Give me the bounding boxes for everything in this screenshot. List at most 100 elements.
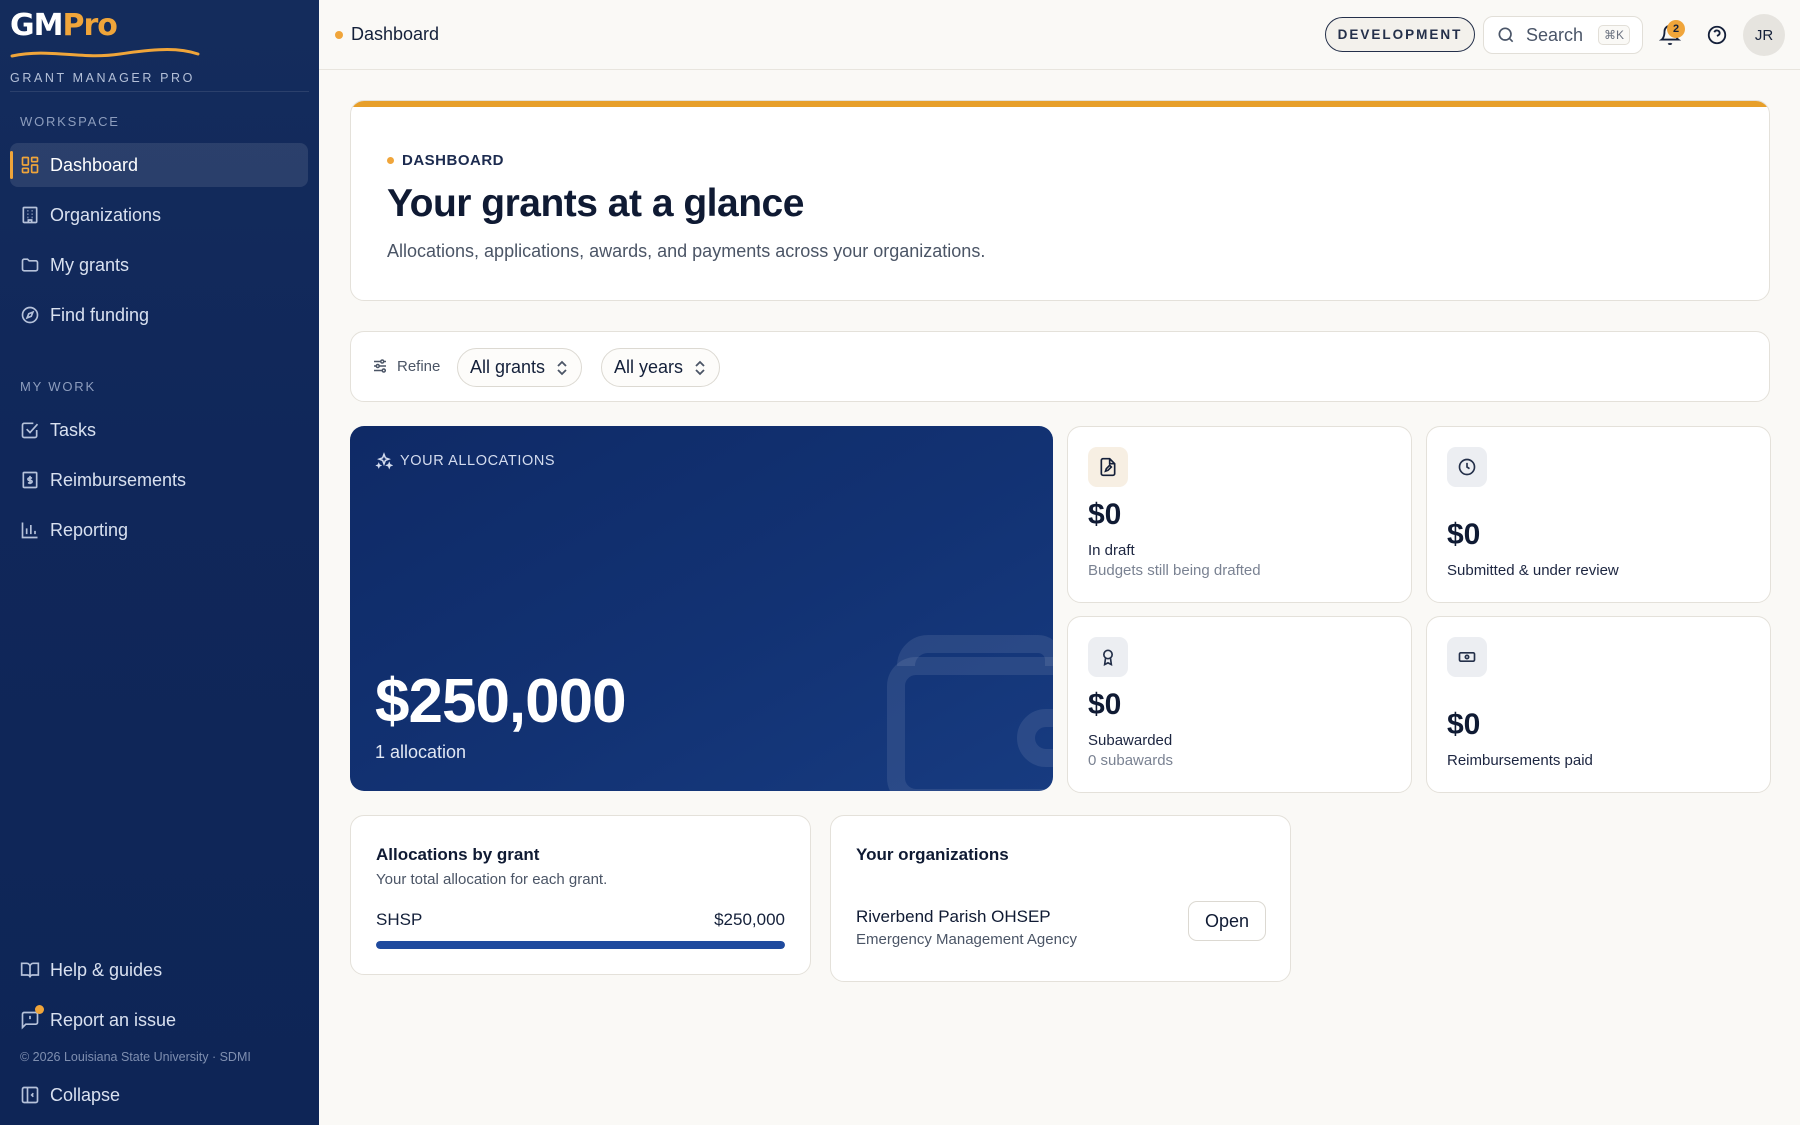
environment-badge: DEVELOPMENT <box>1325 17 1475 52</box>
notification-badge: 2 <box>1667 20 1685 38</box>
avatar[interactable]: JR <box>1743 14 1785 56</box>
sidebar-item-help-guides[interactable]: Help & guides <box>10 948 308 992</box>
stat-card-submitted[interactable]: $0 Submitted & under review <box>1426 426 1771 603</box>
grant-filter-value: All grants <box>470 357 546 377</box>
stat-card-reimbursements-paid[interactable]: $0 Reimbursements paid <box>1426 616 1771 793</box>
chevron-up-down-icon <box>695 360 705 375</box>
logo[interactable]: GMPro GRANT MANAGER PRO <box>10 6 310 86</box>
search-button[interactable]: Search ⌘K <box>1483 16 1643 54</box>
grant-progress-track <box>376 941 785 949</box>
search-icon <box>1498 27 1514 43</box>
stat-value: $0 <box>1447 518 1481 551</box>
sidebar-item-dashboard[interactable]: Dashboard <box>10 143 308 187</box>
refine-label: Refine <box>371 357 440 375</box>
stat-value: $0 <box>1447 708 1481 741</box>
chevron-up-down-icon <box>557 360 567 375</box>
compass-icon <box>21 306 39 324</box>
stat-icon-wrap <box>1447 637 1487 677</box>
search-shortcut: ⌘K <box>1597 25 1630 45</box>
stat-label: Subawarded <box>1088 732 1173 749</box>
wallet-icon <box>887 635 1053 791</box>
logo-swoosh-icon <box>10 48 200 58</box>
sidebar-item-reimbursements[interactable]: Reimbursements <box>10 458 308 502</box>
sidebar-item-reporting[interactable]: Reporting <box>10 508 308 552</box>
breadcrumb-dot <box>335 30 343 39</box>
grant-progress-fill <box>376 941 785 949</box>
page-title: Your grants at a glance <box>387 182 804 225</box>
refine-text: Refine <box>397 357 441 375</box>
panel-title: Your organizations <box>856 845 1009 864</box>
grant-name: SHSP <box>376 910 423 929</box>
sidebar-item-label: My grants <box>50 254 130 275</box>
help-icon[interactable] <box>1706 24 1728 46</box>
collapse-label: Collapse <box>50 1084 121 1105</box>
folder-icon <box>21 258 39 272</box>
logo-wordmark: GMPro <box>10 8 118 43</box>
eyebrow-dot <box>387 157 394 164</box>
panel-subtitle: Your total allocation for each grant. <box>376 871 608 888</box>
year-filter-select[interactable]: All years <box>601 348 721 387</box>
collapse-button[interactable]: Collapse <box>10 1073 308 1117</box>
sidebar-item-label: Reimbursements <box>50 469 187 490</box>
section-label-workspace: WORKSPACE <box>20 114 120 129</box>
notification-dot <box>35 1005 44 1014</box>
breadcrumb: Dashboard <box>335 24 439 45</box>
sidebar-item-my-grants[interactable]: My grants <box>10 243 308 287</box>
allocations-card: YOUR ALLOCATIONS $250,000 1 allocation <box>350 426 1053 791</box>
sidebar-item-find-funding[interactable]: Find funding <box>10 293 308 337</box>
building-icon <box>22 206 38 224</box>
stat-sublabel: Budgets still being drafted <box>1088 562 1261 579</box>
grant-amount: $250,000 <box>714 910 785 929</box>
organization-type: Emergency Management Agency <box>856 931 1077 948</box>
panel-title: Allocations by grant <box>376 845 540 864</box>
sidebar-item-label: Reporting <box>50 519 129 540</box>
year-filter-value: All years <box>614 357 684 377</box>
stat-card-subawarded[interactable]: $0 Subawarded 0 subawards <box>1067 616 1412 793</box>
stat-icon-wrap <box>1088 447 1128 487</box>
organizations-panel: Your organizations Riverbend Parish OHSE… <box>830 815 1291 982</box>
hero-eyebrow-label: DASHBOARD <box>402 152 504 169</box>
bar-chart-icon <box>21 522 38 539</box>
sidebar-item-report-issue[interactable]: Report an issue <box>10 998 308 1042</box>
sliders-icon <box>374 359 386 373</box>
award-ribbon-icon <box>1103 649 1113 666</box>
stat-label: In draft <box>1088 542 1135 559</box>
checkbox-icon <box>21 422 39 439</box>
stat-sublabel: 0 subawards <box>1088 752 1174 769</box>
sidebar: GMPro GRANT MANAGER PRO WORKSPACE Dashbo… <box>0 0 319 1125</box>
allocations-by-grant-panel: Allocations by grant Your total allocati… <box>350 815 811 975</box>
file-pen-icon <box>1100 457 1116 477</box>
filter-bar: Refine All grants All years <box>350 331 1770 402</box>
sidebar-item-label: Find funding <box>50 304 150 325</box>
allocations-eyebrow-label: YOUR ALLOCATIONS <box>400 453 556 469</box>
sidebar-item-label: Report an issue <box>50 1009 177 1030</box>
receipt-icon <box>22 471 38 489</box>
breadcrumb-current: Dashboard <box>351 24 440 44</box>
search-label: Search <box>1526 24 1584 45</box>
sidebar-divider <box>10 91 309 92</box>
page-subtitle: Allocations, applications, awards, and p… <box>387 241 986 261</box>
sidebar-item-label: Organizations <box>50 204 162 225</box>
book-open-icon <box>20 962 40 978</box>
stat-icon-wrap <box>1088 637 1128 677</box>
allocations-count: 1 allocation <box>375 742 467 762</box>
clock-icon <box>1458 458 1476 476</box>
sidebar-item-label: Tasks <box>50 419 97 440</box>
sidebar-item-tasks[interactable]: Tasks <box>10 408 308 452</box>
grant-filter-select[interactable]: All grants <box>457 348 583 387</box>
top-bar: Dashboard DEVELOPMENT Search ⌘K 2 JR <box>319 0 1800 70</box>
allocations-amount: $250,000 <box>375 667 627 736</box>
banknote-icon <box>1458 652 1476 662</box>
sidebar-item-organizations[interactable]: Organizations <box>10 193 308 237</box>
section-label-my-work: MY WORK <box>20 379 96 394</box>
allocations-eyebrow: YOUR ALLOCATIONS <box>375 452 555 470</box>
stat-value: $0 <box>1088 688 1122 721</box>
sidebar-item-label: Help & guides <box>50 959 163 980</box>
stat-value: $0 <box>1088 498 1122 531</box>
open-organization-button[interactable]: Open <box>1188 901 1266 941</box>
stat-icon-wrap <box>1447 447 1487 487</box>
sidebar-item-label: Dashboard <box>50 154 139 175</box>
copyright: © 2026 Louisiana State University · SDMI <box>20 1050 251 1064</box>
stat-label: Submitted & under review <box>1447 562 1619 579</box>
stat-card-in-draft[interactable]: $0 In draft Budgets still being drafted <box>1067 426 1412 603</box>
